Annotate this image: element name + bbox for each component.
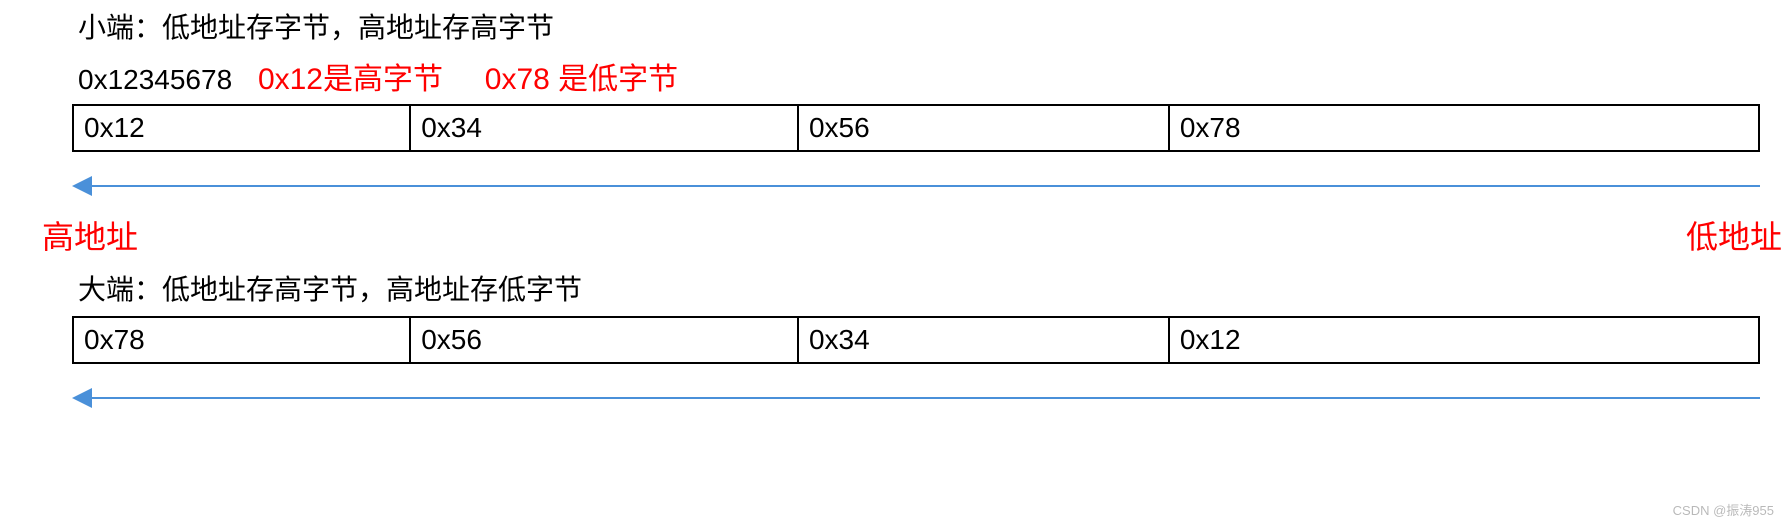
little-endian-desc: 小端：低地址存字节，高地址存高字节 bbox=[78, 6, 1788, 46]
little-endian-table: 0x12 0x34 0x56 0x78 bbox=[72, 104, 1760, 152]
address-labels: 高地址 低地址 bbox=[0, 212, 1788, 258]
cell: 0x78 bbox=[73, 317, 410, 363]
hex-row: 0x12345678 0x12是高字节 0x78 是低字节 bbox=[78, 54, 1788, 98]
arrow-left-icon bbox=[72, 382, 1760, 422]
high-byte-note: 0x12是高字节 bbox=[258, 54, 443, 98]
low-byte-note: 0x78 是低字节 bbox=[485, 54, 678, 98]
big-endian-desc: 大端：低地址存高字节，高地址存低字节 bbox=[78, 268, 1788, 308]
cell: 0x78 bbox=[1169, 105, 1759, 151]
little-endian-section: 小端：低地址存字节，高地址存高字节 0x12345678 0x12是高字节 0x… bbox=[0, 6, 1788, 210]
big-endian-section: 大端：低地址存高字节，高地址存低字节 0x78 0x56 0x34 0x12 bbox=[0, 268, 1788, 422]
cell: 0x12 bbox=[73, 105, 410, 151]
cell: 0x34 bbox=[410, 105, 798, 151]
cell: 0x56 bbox=[410, 317, 798, 363]
high-address-label: 高地址 bbox=[42, 212, 138, 258]
arrow-left-icon bbox=[72, 170, 1760, 210]
low-address-label: 低地址 bbox=[1686, 212, 1782, 258]
cell: 0x34 bbox=[798, 317, 1169, 363]
cell: 0x12 bbox=[1169, 317, 1759, 363]
hex-value: 0x12345678 bbox=[78, 64, 232, 96]
cell: 0x56 bbox=[798, 105, 1169, 151]
watermark: CSDN @振涛955 bbox=[1673, 500, 1774, 519]
big-endian-table: 0x78 0x56 0x34 0x12 bbox=[72, 316, 1760, 364]
